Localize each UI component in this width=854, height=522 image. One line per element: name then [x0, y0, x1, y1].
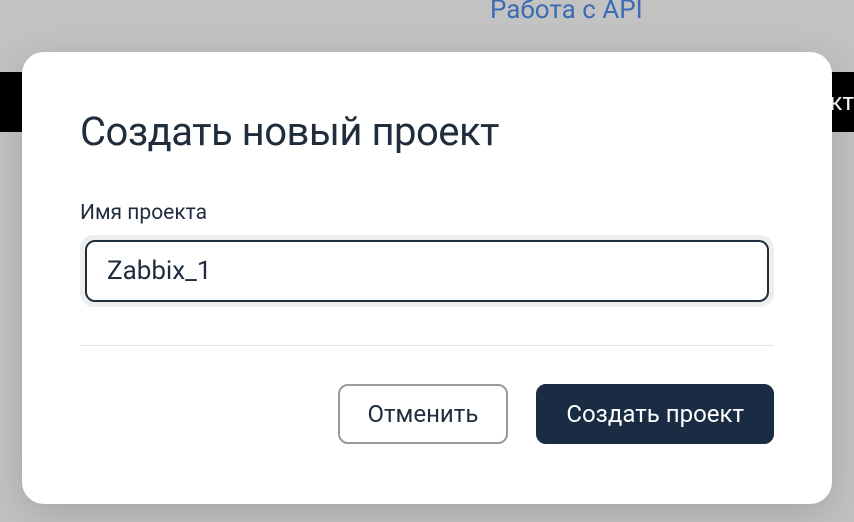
- modal-divider: [80, 345, 774, 346]
- background-api-link: Работа с API: [490, 0, 643, 25]
- project-name-label: Имя проекта: [80, 201, 774, 225]
- create-project-button[interactable]: Создать проект: [536, 384, 774, 444]
- modal-button-row: Отменить Создать проект: [80, 384, 774, 444]
- create-project-modal: Создать новый проект Имя проекта Отменит…: [22, 52, 832, 504]
- project-name-input[interactable]: [85, 240, 769, 302]
- modal-title: Создать новый проект: [80, 108, 774, 155]
- project-name-input-wrapper: [80, 235, 774, 307]
- cancel-button[interactable]: Отменить: [338, 384, 509, 444]
